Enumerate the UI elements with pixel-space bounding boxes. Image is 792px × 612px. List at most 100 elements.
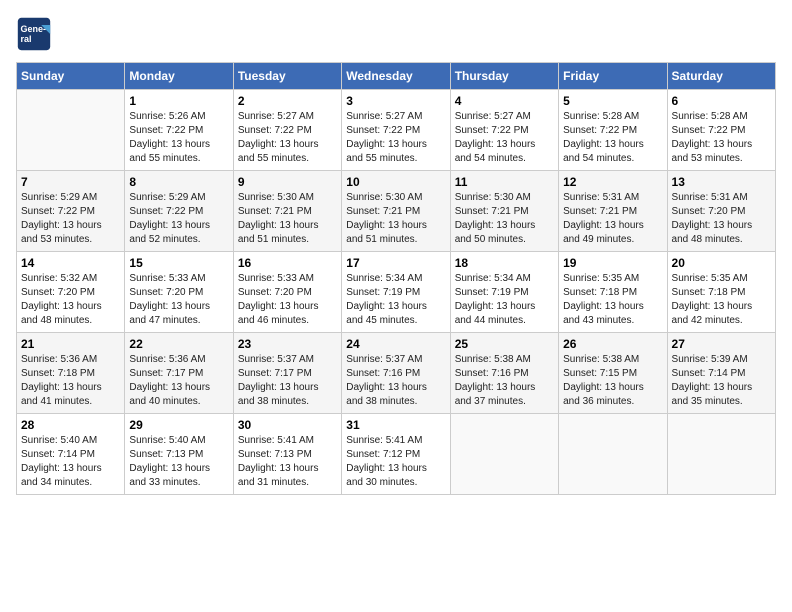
day-number: 26 xyxy=(563,337,662,351)
calendar-cell: 18 Sunrise: 5:34 AM Sunset: 7:19 PM Dayli… xyxy=(450,252,558,333)
day-number: 18 xyxy=(455,256,554,270)
day-info: Sunrise: 5:37 AM Sunset: 7:17 PM Dayligh… xyxy=(238,353,337,409)
calendar-body: 1 Sunrise: 5:26 AM Sunset: 7:22 PM Daylig… xyxy=(17,90,776,495)
day-info: Sunrise: 5:35 AM Sunset: 7:18 PM Dayligh… xyxy=(563,272,662,328)
day-info: Sunrise: 5:36 AM Sunset: 7:18 PM Dayligh… xyxy=(21,353,120,409)
day-number: 20 xyxy=(672,256,771,270)
calendar-cell xyxy=(559,414,667,495)
calendar-cell: 22 Sunrise: 5:36 AM Sunset: 7:17 PM Dayli… xyxy=(125,333,233,414)
calendar-week-2: 7 Sunrise: 5:29 AM Sunset: 7:22 PM Daylig… xyxy=(17,171,776,252)
day-number: 1 xyxy=(129,94,228,108)
calendar-cell: 15 Sunrise: 5:33 AM Sunset: 7:20 PM Dayli… xyxy=(125,252,233,333)
calendar-cell: 30Sunrise: 5:41 AM Sunset: 7:13 PM Dayli… xyxy=(233,414,341,495)
day-number: 28 xyxy=(21,418,120,432)
day-number: 2 xyxy=(238,94,337,108)
calendar-cell: 17 Sunrise: 5:34 AM Sunset: 7:19 PM Dayli… xyxy=(342,252,450,333)
day-info: Sunrise: 5:36 AM Sunset: 7:17 PM Dayligh… xyxy=(129,353,228,409)
calendar-cell: 16 Sunrise: 5:33 AM Sunset: 7:20 PM Dayli… xyxy=(233,252,341,333)
day-number: 23 xyxy=(238,337,337,351)
weekday-header-friday: Friday xyxy=(559,63,667,90)
day-info: Sunrise: 5:33 AM Sunset: 7:20 PM Dayligh… xyxy=(129,272,228,328)
day-info: Sunrise: 5:27 AM Sunset: 7:22 PM Dayligh… xyxy=(455,110,554,166)
weekday-header-saturday: Saturday xyxy=(667,63,775,90)
day-info: Sunrise: 5:29 AM Sunset: 7:22 PM Dayligh… xyxy=(129,191,228,247)
calendar-cell: 3 Sunrise: 5:27 AM Sunset: 7:22 PM Daylig… xyxy=(342,90,450,171)
day-info: Sunrise: 5:38 AM Sunset: 7:16 PM Dayligh… xyxy=(455,353,554,409)
day-number: 30 xyxy=(238,418,337,432)
day-number: 11 xyxy=(455,175,554,189)
calendar-cell: 9 Sunrise: 5:30 AM Sunset: 7:21 PM Daylig… xyxy=(233,171,341,252)
calendar-cell: 6 Sunrise: 5:28 AM Sunset: 7:22 PM Daylig… xyxy=(667,90,775,171)
weekday-header-monday: Monday xyxy=(125,63,233,90)
day-info: Sunrise: 5:27 AM Sunset: 7:22 PM Dayligh… xyxy=(346,110,445,166)
calendar-header: SundayMondayTuesdayWednesdayThursdayFrid… xyxy=(17,63,776,90)
day-number: 19 xyxy=(563,256,662,270)
logo-icon: Gene- ral xyxy=(16,16,52,52)
day-number: 10 xyxy=(346,175,445,189)
day-number: 21 xyxy=(21,337,120,351)
calendar-week-1: 1 Sunrise: 5:26 AM Sunset: 7:22 PM Daylig… xyxy=(17,90,776,171)
calendar-cell: 21 Sunrise: 5:36 AM Sunset: 7:18 PM Dayli… xyxy=(17,333,125,414)
day-number: 29 xyxy=(129,418,228,432)
day-number: 16 xyxy=(238,256,337,270)
calendar-cell xyxy=(17,90,125,171)
calendar-cell: 11 Sunrise: 5:30 AM Sunset: 7:21 PM Dayli… xyxy=(450,171,558,252)
calendar-cell: 12Sunrise: 5:31 AM Sunset: 7:21 PM Dayli… xyxy=(559,171,667,252)
weekday-header-thursday: Thursday xyxy=(450,63,558,90)
day-number: 24 xyxy=(346,337,445,351)
weekday-header-row: SundayMondayTuesdayWednesdayThursdayFrid… xyxy=(17,63,776,90)
calendar-cell xyxy=(667,414,775,495)
calendar-cell: 13 Sunrise: 5:31 AM Sunset: 7:20 PM Dayli… xyxy=(667,171,775,252)
day-number: 17 xyxy=(346,256,445,270)
day-number: 4 xyxy=(455,94,554,108)
calendar-week-4: 21 Sunrise: 5:36 AM Sunset: 7:18 PM Dayli… xyxy=(17,333,776,414)
calendar-cell: 28Sunrise: 5:40 AM Sunset: 7:14 PM Dayli… xyxy=(17,414,125,495)
day-info: Sunrise: 5:39 AM Sunset: 7:14 PM Dayligh… xyxy=(672,353,771,409)
day-info: Sunrise: 5:34 AM Sunset: 7:19 PM Dayligh… xyxy=(455,272,554,328)
svg-text:ral: ral xyxy=(21,34,32,44)
day-number: 13 xyxy=(672,175,771,189)
calendar-cell: 2Sunrise: 5:27 AM Sunset: 7:22 PM Daylig… xyxy=(233,90,341,171)
day-info: Sunrise: 5:37 AM Sunset: 7:16 PM Dayligh… xyxy=(346,353,445,409)
calendar-cell: 8 Sunrise: 5:29 AM Sunset: 7:22 PM Daylig… xyxy=(125,171,233,252)
day-info: Sunrise: 5:30 AM Sunset: 7:21 PM Dayligh… xyxy=(455,191,554,247)
weekday-header-tuesday: Tuesday xyxy=(233,63,341,90)
calendar-cell: 24 Sunrise: 5:37 AM Sunset: 7:16 PM Dayli… xyxy=(342,333,450,414)
day-number: 6 xyxy=(672,94,771,108)
day-info: Sunrise: 5:31 AM Sunset: 7:20 PM Dayligh… xyxy=(672,191,771,247)
day-info: Sunrise: 5:33 AM Sunset: 7:20 PM Dayligh… xyxy=(238,272,337,328)
calendar-cell: 20 Sunrise: 5:35 AM Sunset: 7:18 PM Dayli… xyxy=(667,252,775,333)
calendar-cell: 1 Sunrise: 5:26 AM Sunset: 7:22 PM Daylig… xyxy=(125,90,233,171)
day-info: Sunrise: 5:30 AM Sunset: 7:21 PM Dayligh… xyxy=(238,191,337,247)
weekday-header-sunday: Sunday xyxy=(17,63,125,90)
calendar-cell: 26 Sunrise: 5:38 AM Sunset: 7:15 PM Dayli… xyxy=(559,333,667,414)
day-info: Sunrise: 5:41 AM Sunset: 7:12 PM Dayligh… xyxy=(346,434,445,490)
calendar-cell: 4 Sunrise: 5:27 AM Sunset: 7:22 PM Daylig… xyxy=(450,90,558,171)
day-info: Sunrise: 5:32 AM Sunset: 7:20 PM Dayligh… xyxy=(21,272,120,328)
day-number: 15 xyxy=(129,256,228,270)
day-number: 8 xyxy=(129,175,228,189)
day-info: Sunrise: 5:26 AM Sunset: 7:22 PM Dayligh… xyxy=(129,110,228,166)
day-number: 22 xyxy=(129,337,228,351)
weekday-header-wednesday: Wednesday xyxy=(342,63,450,90)
day-number: 31 xyxy=(346,418,445,432)
day-info: Sunrise: 5:28 AM Sunset: 7:22 PM Dayligh… xyxy=(672,110,771,166)
day-number: 9 xyxy=(238,175,337,189)
day-info: Sunrise: 5:34 AM Sunset: 7:19 PM Dayligh… xyxy=(346,272,445,328)
calendar-cell xyxy=(450,414,558,495)
day-number: 12 xyxy=(563,175,662,189)
calendar-cell: 5Sunrise: 5:28 AM Sunset: 7:22 PM Daylig… xyxy=(559,90,667,171)
calendar-cell: 29 Sunrise: 5:40 AM Sunset: 7:13 PM Dayli… xyxy=(125,414,233,495)
day-number: 25 xyxy=(455,337,554,351)
day-number: 14 xyxy=(21,256,120,270)
day-info: Sunrise: 5:30 AM Sunset: 7:21 PM Dayligh… xyxy=(346,191,445,247)
day-info: Sunrise: 5:40 AM Sunset: 7:13 PM Dayligh… xyxy=(129,434,228,490)
calendar-table: SundayMondayTuesdayWednesdayThursdayFrid… xyxy=(16,62,776,495)
day-number: 3 xyxy=(346,94,445,108)
day-info: Sunrise: 5:35 AM Sunset: 7:18 PM Dayligh… xyxy=(672,272,771,328)
calendar-cell: 31 Sunrise: 5:41 AM Sunset: 7:12 PM Dayli… xyxy=(342,414,450,495)
day-number: 7 xyxy=(21,175,120,189)
day-info: Sunrise: 5:38 AM Sunset: 7:15 PM Dayligh… xyxy=(563,353,662,409)
day-number: 27 xyxy=(672,337,771,351)
calendar-cell: 27 Sunrise: 5:39 AM Sunset: 7:14 PM Dayli… xyxy=(667,333,775,414)
